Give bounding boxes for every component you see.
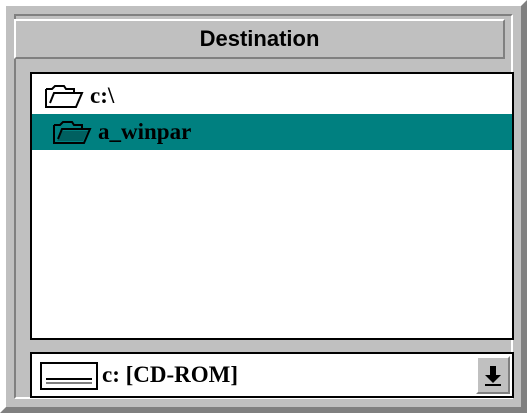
list-item-label: c:\	[90, 83, 115, 108]
list-item-root[interactable]: c:\	[32, 78, 512, 114]
drive-select-value: c: [CD-ROM]	[102, 362, 239, 387]
panel-title: Destination	[14, 19, 505, 59]
drive-icon	[40, 362, 98, 390]
folder-open-icon	[44, 83, 86, 109]
list-item-selected[interactable]: a_winpar	[32, 114, 512, 150]
drive-select[interactable]: c: [CD-ROM]	[30, 352, 514, 398]
list-item-label: a_winpar	[98, 119, 192, 144]
directory-list[interactable]: c:\ a_winpar	[30, 72, 514, 340]
arrow-down-icon	[485, 366, 501, 386]
folder-open-icon	[52, 119, 94, 145]
drive-dropdown-button[interactable]	[476, 356, 510, 394]
